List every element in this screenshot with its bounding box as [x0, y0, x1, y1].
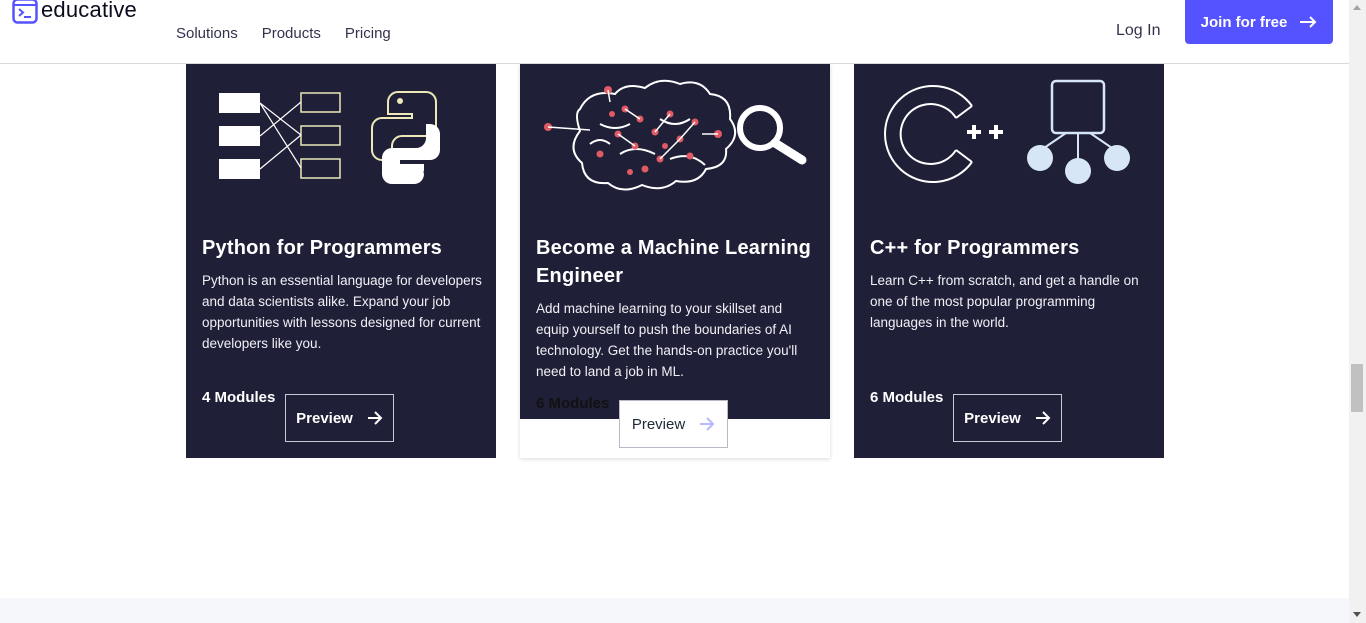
arrow-right-icon	[1035, 411, 1051, 425]
python-illustration	[219, 91, 440, 184]
magnifier-icon	[737, 105, 807, 165]
nav-solutions[interactable]: Solutions	[176, 25, 238, 42]
join-button-label: Join for free	[1200, 13, 1288, 31]
scrollbar-thumb[interactable]	[1351, 364, 1363, 412]
scroll-up-arrow-icon[interactable]	[1353, 5, 1361, 10]
login-link[interactable]: Log In	[1116, 22, 1160, 40]
hierarchy-icon	[1027, 79, 1130, 184]
site-header: educative Solutions Products Pricing Log…	[0, 0, 1349, 64]
join-button[interactable]: Join for free	[1185, 0, 1333, 44]
preview-label: Preview	[964, 409, 1021, 427]
card-description: Learn C++ from scratch, and get a handle…	[870, 273, 1139, 330]
page-scrollbar[interactable]	[1349, 0, 1366, 623]
course-card-machine-learning[interactable]: Become a Machine Learning Engineer Add m…	[520, 64, 830, 458]
course-card-python[interactable]: Python for Programmers Python is an esse…	[186, 64, 496, 458]
module-count: 6 Modules	[536, 395, 610, 412]
preview-label: Preview	[296, 409, 353, 427]
arrow-right-icon	[1300, 16, 1317, 28]
card-title: Become a Machine Learning Engineer	[536, 237, 812, 287]
logo-icon	[12, 0, 38, 24]
module-count: 6 Modules	[870, 389, 944, 406]
next-section-band	[0, 598, 1349, 623]
nav-pricing[interactable]: Pricing	[345, 25, 391, 42]
card-description: Add machine learning to your skillset an…	[536, 301, 798, 379]
cplusplus-illustration	[884, 79, 1130, 184]
module-count: 4 Modules	[202, 389, 276, 406]
preview-button[interactable]: Preview	[953, 394, 1062, 442]
educative-logo[interactable]: educative	[12, 0, 137, 24]
card-title: Python for Programmers	[202, 237, 443, 259]
python-icon	[371, 91, 440, 184]
logo-text: educative	[41, 0, 137, 22]
preview-button[interactable]: Preview	[619, 400, 728, 448]
scroll-down-arrow-icon[interactable]	[1353, 612, 1361, 617]
arrow-right-icon	[700, 417, 715, 431]
preview-button[interactable]: Preview	[285, 394, 394, 442]
card-description: Python is an essential language for deve…	[202, 273, 482, 351]
cplusplus-icon	[884, 85, 1003, 183]
ml-illustration	[544, 79, 807, 191]
main-nav: Solutions Products Pricing	[176, 25, 391, 42]
preview-label: Preview	[631, 415, 686, 433]
arrow-right-icon	[367, 411, 383, 425]
nav-products[interactable]: Products	[262, 25, 321, 42]
course-card-cplusplus[interactable]: C++ for Programmers Learn C++ from scrat…	[854, 64, 1164, 458]
card-title: C++ for Programmers	[870, 237, 1080, 259]
